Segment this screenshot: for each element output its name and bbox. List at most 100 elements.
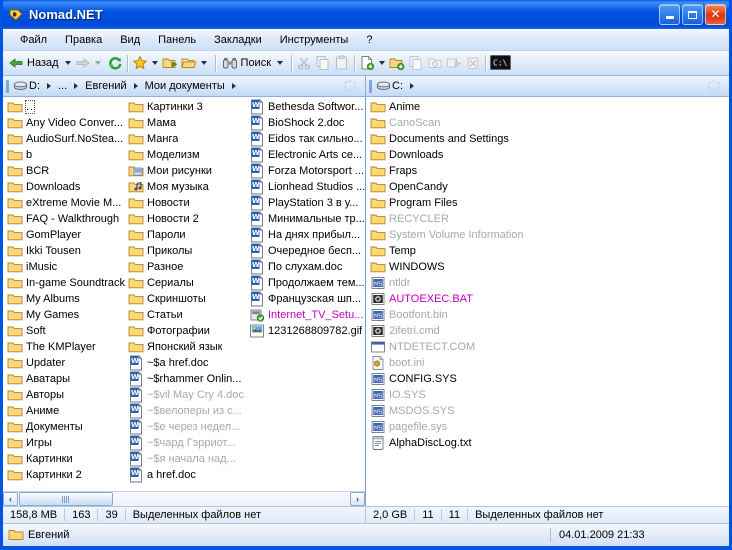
file-list-item[interactable]: Статьи xyxy=(126,307,247,323)
file-list-item[interactable]: Аниме xyxy=(5,403,126,419)
file-list-item[interactable]: 1231268809782.gif xyxy=(247,323,365,339)
file-list-item[interactable]: iMusic xyxy=(5,259,126,275)
file-list-item[interactable]: Wa href.doc xyxy=(126,467,247,483)
file-list-item[interactable]: MS pagefile.sys xyxy=(368,419,551,435)
file-list-item[interactable]: W ~$чард Гэрриот... xyxy=(126,435,247,451)
left-crumb-arrow-3[interactable] xyxy=(231,83,236,89)
file-list-item[interactable]: W Electronic Arts ce... xyxy=(247,147,365,163)
file-list-item[interactable]: AudioSurf.NoStea... xyxy=(5,131,126,147)
menu-item-panel[interactable]: Панель xyxy=(149,32,205,48)
file-list-item[interactable]: W ~$е через недел... xyxy=(126,419,247,435)
file-list-item[interactable]: Документы xyxy=(5,419,126,435)
back-dropdown-chevron-down-icon[interactable] xyxy=(64,61,71,65)
menu-item-edit[interactable]: Правка xyxy=(56,32,111,48)
file-list-item[interactable]: My Games xyxy=(5,307,126,323)
file-list-item[interactable]: Мои рисунки xyxy=(126,163,247,179)
right-breadcrumb-grip[interactable] xyxy=(369,79,372,93)
file-list-item[interactable]: W Eidos так сильно... xyxy=(247,131,365,147)
file-list-item[interactable]: OpenCandy xyxy=(368,179,551,195)
file-list-item[interactable]: The KMPlayer xyxy=(5,339,126,355)
file-list-item[interactable]: CanoScan xyxy=(368,115,551,131)
file-list-item[interactable]: My Albums xyxy=(5,291,126,307)
file-list-item[interactable]: Разное xyxy=(126,259,247,275)
file-list-item[interactable]: W Французская шп... xyxy=(247,291,365,307)
search-dropdown-chevron-down-icon[interactable] xyxy=(277,61,284,65)
file-list-item[interactable]: WINDOWS xyxy=(368,259,551,275)
file-list-item[interactable]: .. xyxy=(5,99,126,115)
search-button[interactable]: Поиск xyxy=(220,53,273,74)
file-list-item[interactable]: Авторы xyxy=(5,387,126,403)
file-list-item[interactable]: MS Bootfont.bin xyxy=(368,307,551,323)
left-breadcrumb-grip[interactable] xyxy=(6,79,9,93)
file-list-item[interactable]: W Минимальные тр... xyxy=(247,211,365,227)
file-list-item[interactable]: Аватары xyxy=(5,371,126,387)
file-list-item[interactable]: W BioShock 2.doc xyxy=(247,115,365,131)
file-list-item[interactable]: RECYCLER xyxy=(368,211,551,227)
folder-open-icon[interactable] xyxy=(180,55,197,71)
file-list-item[interactable]: Updater xyxy=(5,355,126,371)
file-list-item[interactable]: MS MSDOS.SYS xyxy=(368,403,551,419)
file-list-item[interactable]: Японский язык xyxy=(126,339,247,355)
new-file-dropdown-chevron-down-icon[interactable] xyxy=(379,61,386,65)
file-list-item[interactable]: MS IO.SYS xyxy=(368,387,551,403)
file-list-item[interactable]: Картинки xyxy=(5,451,126,467)
right-crumb-drive[interactable]: C: xyxy=(392,80,403,92)
file-list-item[interactable]: NTDETECT.COM xyxy=(368,339,551,355)
file-list-item[interactable]: W PlayStation 3 в у... xyxy=(247,195,365,211)
file-list-item[interactable]: Манга xyxy=(126,131,247,147)
menu-item-help[interactable]: ? xyxy=(357,32,381,48)
forward-arrow-icon[interactable] xyxy=(75,55,91,71)
file-list-item[interactable]: Новости 2 xyxy=(126,211,247,227)
scroll-track[interactable] xyxy=(18,492,350,506)
favorites-dropdown-chevron-down-icon[interactable] xyxy=(151,61,158,65)
file-list-item[interactable]: AlphaDiscLog.txt xyxy=(368,435,551,451)
file-list-item[interactable]: Приколы xyxy=(126,243,247,259)
left-horizontal-scrollbar[interactable]: ‹ › xyxy=(3,491,365,506)
file-list-item[interactable]: W ~$vil May Cry 4.doc xyxy=(126,387,247,403)
new-file-icon[interactable] xyxy=(359,55,375,71)
left-crumb-arrow-2[interactable] xyxy=(133,83,138,89)
right-file-list[interactable]: Anime CanoScan Documents and Settings Downl… xyxy=(366,97,729,506)
file-list-item[interactable]: Ikki Tousen xyxy=(5,243,126,259)
file-list-item[interactable]: Soft xyxy=(5,323,126,339)
file-list-item[interactable]: Сериалы xyxy=(126,275,247,291)
file-list-item[interactable]: W По слухам.doc xyxy=(247,259,365,275)
file-list-item[interactable]: Картинки 2 xyxy=(5,467,126,483)
left-crumb-user[interactable]: Евгений xyxy=(85,80,126,92)
file-list-item[interactable]: W Lionhead Studios ... xyxy=(247,179,365,195)
file-list-item[interactable]: Фотографии xyxy=(126,323,247,339)
minimize-button[interactable] xyxy=(659,4,680,25)
scroll-right-button[interactable]: › xyxy=(350,492,365,506)
file-list-item[interactable]: eXtreme Movie M... xyxy=(5,195,126,211)
star-icon[interactable] xyxy=(132,55,148,71)
file-list-item[interactable]: MS ntldr xyxy=(368,275,551,291)
file-list-item[interactable]: Documents and Settings xyxy=(368,131,551,147)
file-list-item[interactable]: MS CONFIG.SYS xyxy=(368,371,551,387)
left-crumb-documents[interactable]: Мои документы xyxy=(145,80,225,92)
file-list-item[interactable]: boot.ini xyxy=(368,355,551,371)
right-breadcrumb[interactable]: C: xyxy=(366,76,729,97)
file-list-item[interactable]: W ~$a href.doc xyxy=(126,355,247,371)
left-crumb-ellipsis[interactable]: ... xyxy=(58,80,67,92)
left-crumb-drive[interactable]: D: xyxy=(29,80,40,92)
file-list-item[interactable]: BCR xyxy=(5,163,126,179)
file-list-item[interactable]: Картинки 3 xyxy=(126,99,247,115)
file-list-item[interactable]: W Продолжаем тем... xyxy=(247,275,365,291)
left-file-list[interactable]: .. Any Video Conver... AudioSurf.NoStea...… xyxy=(3,97,365,491)
maximize-button[interactable] xyxy=(682,4,703,25)
left-crumb-arrow-1[interactable] xyxy=(74,83,79,89)
file-list-item[interactable]: Any Video Conver... xyxy=(5,115,126,131)
file-list-item[interactable]: Моделизм xyxy=(126,147,247,163)
file-list-item[interactable]: Новости xyxy=(126,195,247,211)
file-list-item[interactable]: Пароли xyxy=(126,227,247,243)
folder-dropdown-chevron-down-icon[interactable] xyxy=(200,61,207,65)
file-list-item[interactable]: Anime xyxy=(368,99,551,115)
menu-item-bookmarks[interactable]: Закладки xyxy=(205,32,271,48)
file-list-item[interactable]: W Bethesda Softwor... xyxy=(247,99,365,115)
file-list-item[interactable]: System Volume Information xyxy=(368,227,551,243)
file-list-item[interactable]: Скриншоты xyxy=(126,291,247,307)
file-list-item[interactable]: W ~$rhammer Onlin... xyxy=(126,371,247,387)
close-button[interactable]: ✕ xyxy=(705,4,726,25)
file-list-item[interactable]: W Очередное бесп... xyxy=(247,243,365,259)
file-list-item[interactable]: Игры xyxy=(5,435,126,451)
